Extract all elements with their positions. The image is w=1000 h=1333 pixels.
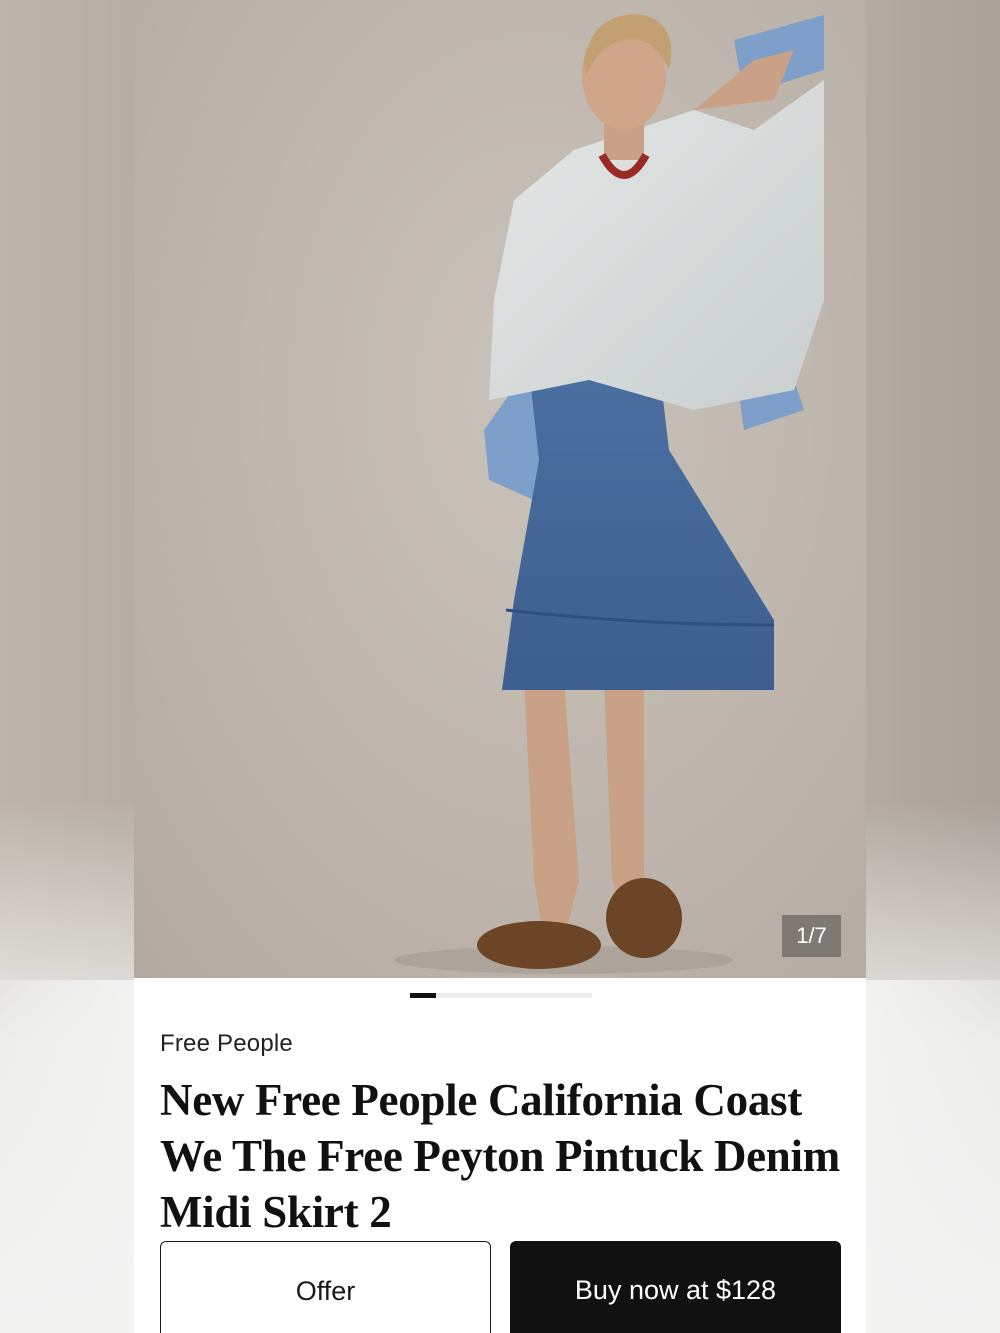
offer-button-label: Offer [295, 1276, 356, 1306]
product-photo[interactable]: 1/7 [134, 0, 866, 978]
listing-card: 1/7 Free People New Free People Californ… [134, 0, 866, 1333]
gallery-progress [410, 993, 592, 998]
buy-now-button[interactable]: Buy now at $128 [510, 1241, 841, 1333]
offer-button[interactable]: Offer [160, 1241, 491, 1333]
gallery-progress-indicator [410, 993, 436, 998]
product-title: New Free People California Coast We The … [160, 1075, 840, 1237]
image-counter-badge: 1/7 [782, 915, 841, 957]
buy-now-button-label: Buy now at $128 [574, 1275, 777, 1305]
brand-name[interactable]: Free People [160, 1030, 293, 1058]
model-illustration [394, 14, 824, 974]
